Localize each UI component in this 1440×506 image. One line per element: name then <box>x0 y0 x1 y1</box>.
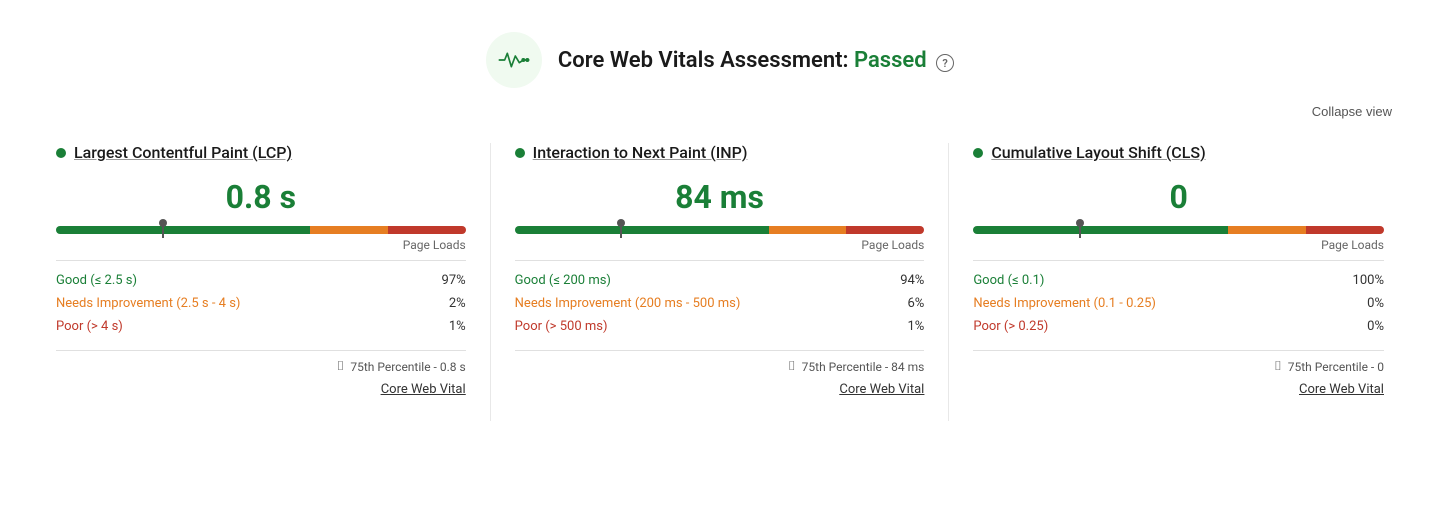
percentile-marker-cls <box>1079 222 1081 238</box>
progress-track-lcp <box>56 226 466 234</box>
vital-value-inp: 84 ms <box>515 178 925 216</box>
stat-value-good: 100% <box>1353 273 1384 288</box>
core-web-vital-anchor-inp[interactable]: Core Web Vital <box>839 382 924 397</box>
status-dot-cls <box>973 148 983 158</box>
stat-value-needs: 0% <box>1367 296 1384 311</box>
vital-title-inp: Interaction to Next Paint (INP) <box>515 143 925 162</box>
vital-card-inp: Interaction to Next Paint (INP) 84 ms Pa… <box>491 143 950 421</box>
help-icon[interactable]: ? <box>936 54 954 72</box>
stat-row-needs: Needs Improvement (200 ms - 500 ms) 6% <box>515 292 925 315</box>
core-web-vital-link-lcp[interactable]: Core Web Vital <box>56 382 466 397</box>
vitals-grid: Largest Contentful Paint (LCP) 0.8 s Pag… <box>0 143 1440 453</box>
stat-row-needs: Needs Improvement (2.5 s - 4 s) 2% <box>56 292 466 315</box>
progress-track-inp <box>515 226 925 234</box>
percentile-icon-inp: ⌷ <box>788 359 796 374</box>
stat-label-needs: Needs Improvement (2.5 s - 4 s) <box>56 296 240 311</box>
stats-table-lcp: Good (≤ 2.5 s) 97% Needs Improvement (2.… <box>56 269 466 338</box>
stat-row-poor: Poor (> 500 ms) 1% <box>515 315 925 338</box>
core-web-vital-link-inp[interactable]: Core Web Vital <box>515 382 925 397</box>
stat-label-good: Good (≤ 0.1) <box>973 273 1044 288</box>
progress-track-cls <box>973 226 1384 234</box>
collapse-row: Collapse view <box>0 104 1440 143</box>
stat-label-good: Good (≤ 2.5 s) <box>56 273 137 288</box>
progress-bar-lcp <box>56 226 466 234</box>
percentile-icon-cls: ⌷ <box>1274 359 1282 374</box>
status-dot-lcp <box>56 148 66 158</box>
vital-card-cls: Cumulative Layout Shift (CLS) 0 Page Loa… <box>949 143 1408 421</box>
page-title: Core Web Vitals Assessment: Passed ? <box>558 48 954 73</box>
stat-label-needs: Needs Improvement (200 ms - 500 ms) <box>515 296 741 311</box>
stat-label-poor: Poor (> 0.25) <box>973 319 1048 334</box>
track-orange-cls <box>1228 226 1306 234</box>
divider-cls <box>973 260 1384 261</box>
track-orange-lcp <box>310 226 388 234</box>
stat-label-good: Good (≤ 200 ms) <box>515 273 611 288</box>
core-web-vital-anchor-lcp[interactable]: Core Web Vital <box>381 382 466 397</box>
vital-link-lcp[interactable]: Largest Contentful Paint (LCP) <box>74 143 292 162</box>
vital-title-cls: Cumulative Layout Shift (CLS) <box>973 143 1384 162</box>
core-web-vital-anchor-cls[interactable]: Core Web Vital <box>1299 382 1384 397</box>
percentile-icon-lcp: ⌷ <box>337 359 345 374</box>
divider2-inp <box>515 350 925 351</box>
stat-row-good: Good (≤ 200 ms) 94% <box>515 269 925 292</box>
page-loads-label-lcp: Page Loads <box>56 238 466 252</box>
divider2-lcp <box>56 350 466 351</box>
stat-value-poor: 1% <box>908 319 925 334</box>
stat-value-good: 97% <box>442 273 466 288</box>
core-web-vital-link-cls[interactable]: Core Web Vital <box>973 382 1384 397</box>
percentile-row-lcp: ⌷ 75th Percentile - 0.8 s <box>56 359 466 374</box>
stat-label-poor: Poor (> 500 ms) <box>515 319 608 334</box>
divider-lcp <box>56 260 466 261</box>
collapse-button[interactable]: Collapse view <box>1312 104 1392 119</box>
stat-row-good: Good (≤ 2.5 s) 97% <box>56 269 466 292</box>
track-red-lcp <box>388 226 466 234</box>
percentile-text-inp: 75th Percentile - 84 ms <box>802 360 925 374</box>
vital-link-inp[interactable]: Interaction to Next Paint (INP) <box>533 143 748 162</box>
stat-value-good: 94% <box>900 273 924 288</box>
divider2-cls <box>973 350 1384 351</box>
stats-table-cls: Good (≤ 0.1) 100% Needs Improvement (0.1… <box>973 269 1384 338</box>
status-dot-inp <box>515 148 525 158</box>
track-orange-inp <box>769 226 847 234</box>
stat-row-poor: Poor (> 4 s) 1% <box>56 315 466 338</box>
track-green-lcp <box>56 226 310 234</box>
percentile-text-lcp: 75th Percentile - 0.8 s <box>350 360 465 374</box>
stat-value-needs: 2% <box>449 296 466 311</box>
track-green-inp <box>515 226 769 234</box>
page-header: Core Web Vitals Assessment: Passed ? <box>0 0 1440 104</box>
vital-value-lcp: 0.8 s <box>56 178 466 216</box>
percentile-marker-lcp <box>162 222 164 238</box>
stat-value-poor: 1% <box>449 319 466 334</box>
track-red-cls <box>1306 226 1384 234</box>
stat-value-needs: 6% <box>908 296 925 311</box>
stat-label-poor: Poor (> 4 s) <box>56 319 123 334</box>
stat-label-needs: Needs Improvement (0.1 - 0.25) <box>973 296 1156 311</box>
stat-row-poor: Poor (> 0.25) 0% <box>973 315 1384 338</box>
vital-card-lcp: Largest Contentful Paint (LCP) 0.8 s Pag… <box>32 143 491 421</box>
vital-value-cls: 0 <box>973 178 1384 216</box>
track-red-inp <box>846 226 924 234</box>
track-green-cls <box>973 226 1228 234</box>
progress-bar-inp <box>515 226 925 234</box>
stat-value-poor: 0% <box>1367 319 1384 334</box>
percentile-row-cls: ⌷ 75th Percentile - 0 <box>973 359 1384 374</box>
percentile-marker-inp <box>620 222 622 238</box>
vital-title-lcp: Largest Contentful Paint (LCP) <box>56 143 466 162</box>
percentile-row-inp: ⌷ 75th Percentile - 84 ms <box>515 359 925 374</box>
vitals-icon <box>486 32 542 88</box>
divider-inp <box>515 260 925 261</box>
vital-link-cls[interactable]: Cumulative Layout Shift (CLS) <box>991 143 1205 162</box>
page-loads-label-inp: Page Loads <box>515 238 925 252</box>
progress-bar-cls <box>973 226 1384 234</box>
stats-table-inp: Good (≤ 200 ms) 94% Needs Improvement (2… <box>515 269 925 338</box>
page-loads-label-cls: Page Loads <box>973 238 1384 252</box>
stat-row-needs: Needs Improvement (0.1 - 0.25) 0% <box>973 292 1384 315</box>
stat-row-good: Good (≤ 0.1) 100% <box>973 269 1384 292</box>
percentile-text-cls: 75th Percentile - 0 <box>1288 360 1384 374</box>
